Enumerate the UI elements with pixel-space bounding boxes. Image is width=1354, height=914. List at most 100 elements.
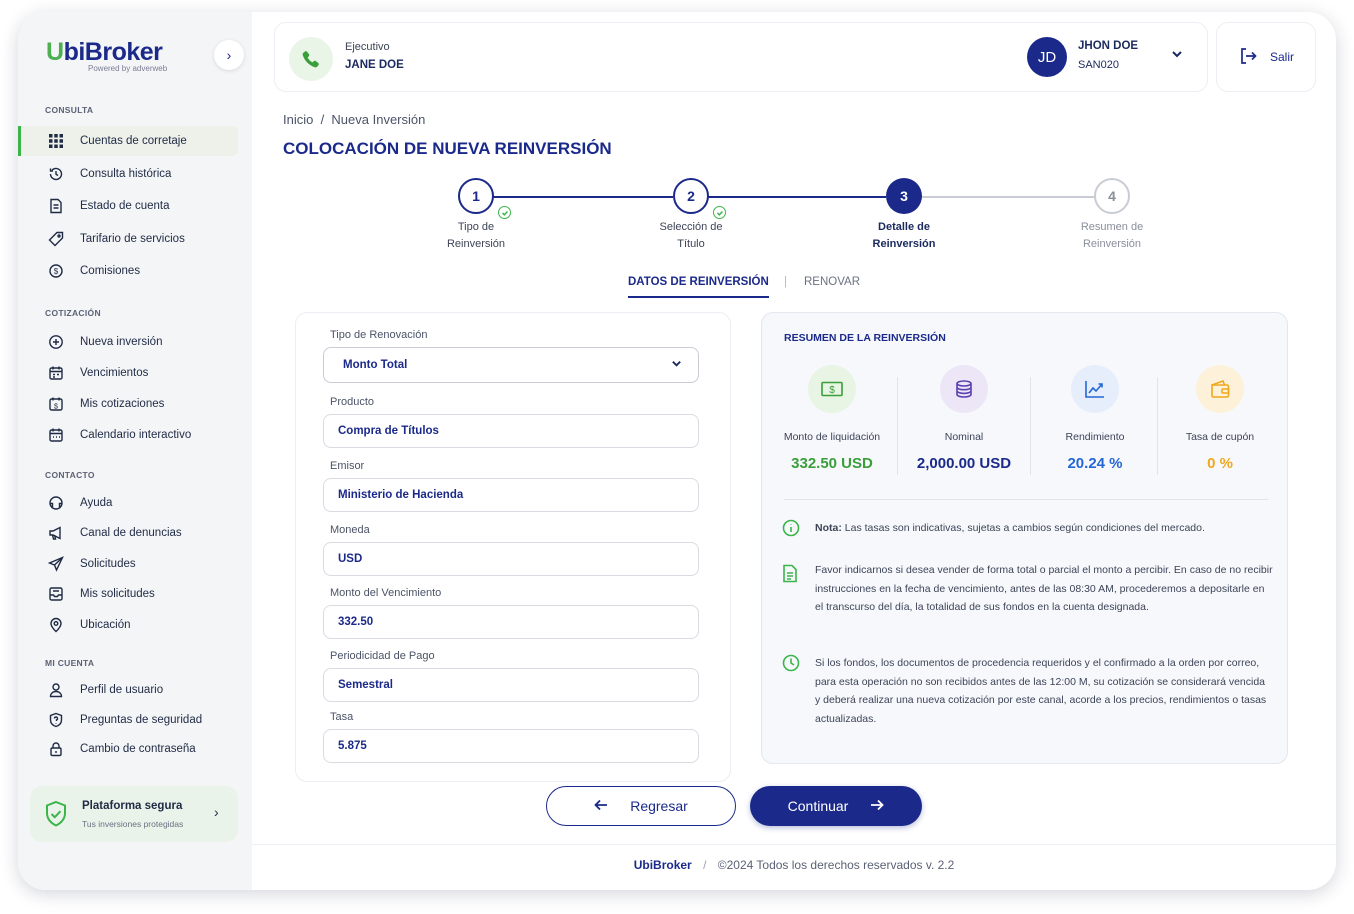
phone-icon[interactable]	[289, 37, 333, 81]
chevron-down-icon	[671, 358, 682, 372]
sidebar-item-cambio-de-contrasena[interactable]: Cambio de contraseña	[18, 734, 238, 764]
metric-label: Monto de liquidación	[783, 431, 881, 443]
arrow-right-icon	[870, 798, 885, 814]
grid-icon	[46, 134, 66, 148]
chevron-right-icon: ›	[214, 804, 219, 820]
sidebar-item-label: Preguntas de seguridad	[80, 714, 203, 726]
executive-label: Ejecutivo	[345, 41, 390, 53]
sidebar-item-comisiones[interactable]: $ Comisiones	[18, 256, 238, 286]
cash-icon: $	[808, 365, 856, 413]
sidebar-item-canal-de-denuncias[interactable]: Canal de denuncias	[18, 518, 238, 548]
breadcrumb[interactable]: Inicio / Nueva Inversión	[283, 112, 425, 127]
note-text: Las tasas son indicativas, sujetas a cam…	[841, 522, 1205, 534]
calendar-dollar-icon: $	[46, 396, 66, 412]
shield-check-icon	[44, 800, 68, 833]
sidebar-item-cuentas-de-corretaje[interactable]: Cuentas de corretaje	[18, 126, 238, 156]
reinvestment-summary: RESUMEN DE LA REINVERSIÓN $ Monto de liq…	[761, 312, 1288, 764]
check-icon	[713, 206, 726, 219]
coins-stack-icon	[940, 365, 988, 413]
step-label-line: Detalle de	[878, 221, 930, 233]
logout-label: Salir	[1269, 50, 1294, 64]
logout-icon	[1238, 46, 1258, 69]
lock-icon	[46, 741, 66, 757]
sidebar-item-ayuda[interactable]: Ayuda	[18, 488, 238, 518]
rate-field[interactable]: 5.875	[323, 729, 699, 763]
tab-renovar[interactable]: RENOVAR	[804, 276, 860, 288]
payment-frequency-field[interactable]: Semestral	[323, 668, 699, 702]
back-button[interactable]: Regresar	[546, 786, 736, 826]
info-icon	[782, 519, 800, 542]
secure-platform-banner[interactable]: Plataforma segura Tus inversiones proteg…	[30, 786, 238, 842]
step-label-line: Reinversión	[446, 238, 506, 250]
document-text-icon	[782, 564, 798, 588]
section-title-consulta: CONSULTA	[45, 105, 94, 115]
sidebar-item-label: Cuentas de corretaje	[80, 135, 187, 147]
avatar[interactable]: JD	[1027, 37, 1067, 77]
tab-separator: |	[784, 276, 787, 288]
history-icon	[46, 166, 66, 182]
step-1-circle[interactable]: 1	[458, 178, 494, 214]
svg-text:$: $	[829, 385, 835, 396]
help-icon	[46, 495, 66, 511]
sidebar-item-vencimientos[interactable]: Vencimientos	[18, 358, 238, 388]
sidebar-item-nueva-inversion[interactable]: Nueva inversión	[18, 327, 238, 357]
calendar-icon	[46, 365, 66, 381]
step-4-label: Resumen de Reinversión	[1052, 219, 1172, 253]
step-4-circle[interactable]: 4	[1094, 178, 1130, 214]
sidebar-item-label: Ayuda	[80, 497, 113, 509]
maturity-amount-field[interactable]: 332.50	[323, 605, 699, 639]
svg-text:$: $	[54, 404, 58, 411]
metric-yield: Rendimiento 20.24 %	[1032, 365, 1158, 472]
sidebar-item-consulta-historica[interactable]: Consulta histórica	[18, 159, 238, 189]
step-3-circle[interactable]: 3	[886, 178, 922, 214]
payment-frequency-label: Periodicidad de Pago	[330, 650, 435, 662]
stepper-connector	[493, 196, 673, 198]
footer-brand: UbiBroker	[633, 858, 692, 872]
renewal-type-select[interactable]: Monto Total	[323, 347, 699, 383]
secure-title: Plataforma segura	[82, 800, 183, 812]
sidebar-item-mis-solicitudes[interactable]: Mis solicitudes	[18, 579, 238, 609]
logo-letter: U	[46, 38, 64, 66]
product-label: Producto	[330, 396, 375, 408]
stepper-connector	[921, 196, 1095, 198]
step-1-label: Tipo de Reinversión	[416, 219, 536, 253]
metric-label: Tasa de cupón	[1185, 431, 1255, 443]
metric-value: 0 %	[1207, 455, 1233, 472]
sidebar-item-estado-de-cuenta[interactable]: Estado de cuenta	[18, 191, 238, 221]
send-icon	[46, 556, 66, 572]
section-title-mi-cuenta: MI CUENTA	[45, 658, 95, 668]
rate-label: Tasa	[330, 711, 354, 723]
sidebar-item-ubicacion[interactable]: Ubicación	[18, 610, 238, 640]
step-label-line: Selección de	[659, 221, 723, 233]
metric-liquidation: $ Monto de liquidación 332.50 USD	[769, 365, 895, 472]
sidebar-item-preguntas-de-seguridad[interactable]: Preguntas de seguridad	[18, 705, 238, 735]
chevron-down-icon[interactable]	[1171, 47, 1183, 65]
metric-value: 20.24 %	[1067, 455, 1123, 472]
step-label-line: Resumen de	[1080, 221, 1144, 233]
continue-button[interactable]: Continuar	[750, 786, 922, 826]
sidebar-item-mis-cotizaciones[interactable]: $ Mis cotizaciones	[18, 389, 238, 419]
step-label-line: Reinversión	[1082, 238, 1142, 250]
sidebar-item-label: Perfil de usuario	[80, 684, 164, 696]
calendar-grid-icon	[46, 427, 66, 443]
megaphone-icon	[46, 525, 66, 541]
divider	[1030, 377, 1031, 475]
issuer-field[interactable]: Ministerio de Hacienda	[323, 478, 699, 512]
logout-button[interactable]: Salir	[1216, 22, 1316, 92]
step-label-line: Reinversión	[872, 238, 936, 250]
product-field[interactable]: Compra de Títulos	[323, 414, 699, 448]
sidebar-item-label: Comisiones	[80, 265, 141, 277]
sidebar-item-tarifario-de-servicios[interactable]: Tarifario de servicios	[18, 224, 238, 254]
metric-label: Rendimiento	[1065, 431, 1125, 443]
tag-icon	[46, 231, 66, 247]
sidebar-item-calendario-interactivo[interactable]: Calendario interactivo	[18, 420, 238, 450]
sidebar-item-solicitudes[interactable]: Solicitudes	[18, 549, 238, 579]
sidebar-item-label: Solicitudes	[80, 558, 136, 570]
executive-name: JANE DOE	[345, 59, 404, 71]
arrow-left-icon	[594, 798, 608, 814]
step-2-circle[interactable]: 2	[673, 178, 709, 214]
currency-field[interactable]: USD	[323, 542, 699, 576]
collapse-sidebar-button[interactable]: ›	[214, 40, 244, 70]
sidebar-item-perfil-de-usuario[interactable]: Perfil de usuario	[18, 675, 238, 705]
tab-datos-de-reinversion[interactable]: DATOS DE REINVERSIÓN	[628, 276, 769, 298]
